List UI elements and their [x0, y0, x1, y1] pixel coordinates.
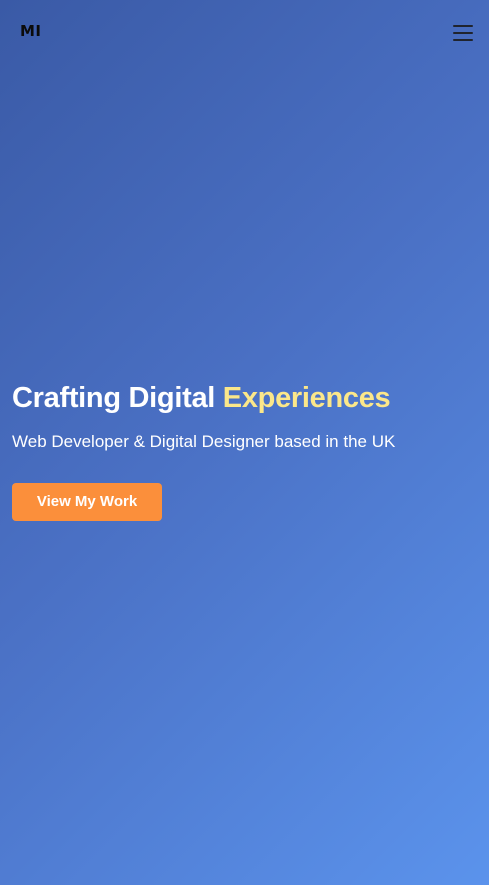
hero-title-main: Crafting Digital — [12, 382, 223, 414]
menu-line — [453, 25, 473, 27]
hero-section: Crafting Digital Experiences Web Develop… — [12, 378, 472, 521]
view-my-work-button[interactable]: View My Work — [12, 483, 162, 521]
hero-subtitle: Web Developer & Digital Designer based i… — [12, 432, 396, 451]
hero-title: Crafting Digital Experiences — [12, 378, 472, 418]
top-navigation-bar: MI — [0, 0, 489, 64]
hamburger-menu-icon[interactable] — [453, 23, 473, 41]
hero-title-accent: Experiences — [222, 382, 391, 414]
site-logo[interactable]: MI — [20, 22, 42, 40]
menu-line — [453, 32, 473, 34]
menu-line — [453, 39, 473, 41]
